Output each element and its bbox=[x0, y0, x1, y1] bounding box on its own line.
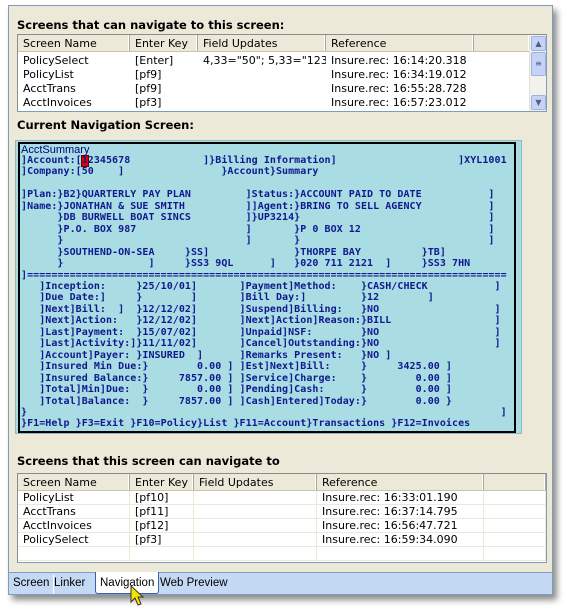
col-screen-name[interactable]: Screen Name bbox=[18, 474, 130, 490]
cell: [pf11] bbox=[130, 505, 194, 518]
cell: PolicyList bbox=[18, 491, 130, 504]
incoming-section-title: Screens that can navigate to this screen… bbox=[17, 18, 285, 32]
col-reference[interactable]: Reference bbox=[317, 474, 484, 490]
col-enter-key[interactable]: Enter Key bbox=[130, 35, 198, 51]
terminal-line: ]Next]Action: }12/12/02] ]Next]Action]Re… bbox=[21, 315, 501, 327]
cell: PolicySelect bbox=[18, 533, 130, 546]
terminal-line: ]Next]Bill: ] }12/12/02] ]Suspend]Billin… bbox=[21, 303, 501, 315]
tab-linker[interactable]: Linker bbox=[50, 575, 89, 594]
terminal-line: }P.O. BOX 987 ] }P 0 BOX 12 ] bbox=[21, 223, 495, 235]
cell: [pf9] bbox=[135, 68, 162, 81]
cell-filler bbox=[484, 519, 546, 532]
col-filler bbox=[474, 35, 530, 51]
terminal-line: } ] }SS3 9QL ] }020 711 2121 ] }SS3 7HN bbox=[21, 258, 471, 270]
cell: Insure.rec: 16:57:23.012 bbox=[331, 96, 467, 109]
cell: Insure.rec: 16:59:34.090 bbox=[317, 533, 484, 546]
cell: [Enter] bbox=[135, 54, 174, 67]
cell-filler bbox=[484, 533, 546, 546]
incoming-table: Screen Name Enter Key Field Updates Refe… bbox=[17, 34, 547, 112]
empty-row bbox=[18, 547, 546, 561]
cell: Insure.rec: 16:14:20.318 bbox=[331, 54, 467, 67]
cell: [pf9] bbox=[135, 82, 162, 95]
current-section-title: Current Navigation Screen: bbox=[17, 118, 194, 132]
cell bbox=[198, 68, 326, 82]
terminal-line: } ] bbox=[21, 406, 507, 418]
terminal-line: ]Due Date:] } ] ]Bill Day:] }12 ] bbox=[21, 292, 434, 304]
terminal-line: ]Account:[12345678 ]}Billing Information… bbox=[21, 155, 507, 166]
cell: PolicySelect bbox=[23, 54, 89, 67]
cell: [pf10] bbox=[130, 491, 194, 504]
col-screen-name[interactable]: Screen Name bbox=[18, 35, 130, 51]
table-row[interactable]: AcctTrans [pf11] Insure.rec: 16:37:14.795 bbox=[18, 505, 546, 519]
navigation-window: Screens that can navigate to this screen… bbox=[8, 5, 553, 595]
terminal-text: ]Account:[12345678 ]}Billing Information… bbox=[21, 155, 507, 430]
cell: AcctInvoices bbox=[18, 519, 130, 532]
terminal-line: ]Insured Min Due:} 0.00 ] ]Est]Next]Bill… bbox=[21, 361, 453, 373]
terminal-panel: AcctSummary ]Account:[12345678 ]}Billing… bbox=[15, 140, 522, 434]
terminal-line: ]Total]Balance: } 7857.00 ] ]Cash]Entere… bbox=[21, 395, 453, 407]
cell: AcctTrans bbox=[18, 505, 130, 518]
terminal-line: }SOUTHEND-ON-SEA }SS] }THORPE BAY }TB] bbox=[21, 246, 446, 258]
cell-filler bbox=[484, 505, 546, 518]
cell: Insure.rec: 16:55:28.728 bbox=[331, 82, 467, 95]
col-reference[interactable]: Reference bbox=[326, 35, 474, 51]
cell: [pf3] bbox=[130, 533, 194, 546]
terminal-line: ]Company:[50 ] }Account}Summary bbox=[21, 166, 319, 178]
terminal-line: }F1=Help }F3=Exit }F10=Policy}List }F11=… bbox=[21, 418, 471, 430]
terminal-line: ]Insured Balance:} 7857.00 ] ]Service]Ch… bbox=[21, 372, 453, 384]
terminal-line: ]=======================================… bbox=[21, 269, 507, 281]
scrollbar[interactable]: ▲ ≡ ▼ bbox=[529, 35, 546, 111]
cell bbox=[194, 491, 317, 504]
cell: 4,33="50"; 5,33="1234... bbox=[203, 54, 326, 67]
table-row[interactable]: AcctTrans [pf9] Insure.rec: 16:55:28.728 bbox=[18, 82, 546, 96]
table-row[interactable]: PolicySelect [pf3] Insure.rec: 16:59:34.09… bbox=[18, 533, 546, 547]
table-row[interactable]: AcctInvoices [pf12] Insure.rec: 16:56:47.7… bbox=[18, 519, 546, 533]
terminal-line: ]Last]Payment: }15/07/02] ]Unpaid]NSF: }… bbox=[21, 326, 501, 338]
terminal-line: ]Total]Min]Due: } 0.00 ] ]Pending]Cash: … bbox=[21, 384, 453, 396]
col-filler bbox=[484, 474, 546, 490]
mouse-pointer-icon bbox=[130, 585, 145, 606]
scroll-down-arrow-icon[interactable]: ▼ bbox=[531, 95, 546, 110]
cell: Insure.rec: 16:33:01.190 bbox=[317, 491, 484, 504]
col-field-updates[interactable]: Field Updates bbox=[194, 474, 317, 490]
terminal-line: } ] } ] bbox=[21, 235, 495, 247]
table-row[interactable]: AcctInvoices [pf3] Insure.rec: 16:57:23.01… bbox=[18, 96, 546, 110]
cell bbox=[198, 96, 326, 110]
terminal-line: ]Inception: }25/10/01] ]Payment]Method: … bbox=[21, 280, 501, 292]
terminal-screen[interactable]: AcctSummary ]Account:[12345678 ]}Billing… bbox=[18, 142, 516, 433]
outgoing-section-title: Screens that this screen can navigate to bbox=[17, 454, 280, 468]
cell: Insure.rec: 16:37:14.795 bbox=[317, 505, 484, 518]
scroll-thumb[interactable]: ≡ bbox=[531, 52, 546, 76]
table-row[interactable]: PolicySelect [Enter] 4,33="50"; 5,33="1234… bbox=[18, 54, 546, 68]
tab-web-preview[interactable]: Web Preview bbox=[156, 575, 232, 594]
terminal-line: ]Last]Activity:]}11/11/02] ]Cancel]Outst… bbox=[21, 338, 501, 350]
terminal-line: ]Plan:}B2}QUARTERLY PAY PLAN ]Status:}AC… bbox=[21, 189, 495, 201]
cell: Insure.rec: 16:56:47.721 bbox=[317, 519, 484, 532]
cell: [pf3] bbox=[135, 96, 162, 109]
table-row[interactable]: PolicyList [pf9] Insure.rec: 16:34:19.012 bbox=[18, 68, 546, 82]
cell: [pf12] bbox=[130, 519, 194, 532]
cell bbox=[194, 533, 317, 546]
col-field-updates[interactable]: Field Updates bbox=[198, 35, 326, 51]
cell bbox=[194, 505, 317, 518]
cell: PolicyList bbox=[23, 68, 74, 81]
scroll-up-arrow-icon[interactable]: ▲ bbox=[531, 36, 546, 51]
cell: AcctInvoices bbox=[23, 96, 92, 109]
outgoing-table: Screen Name Enter Key Field Updates Refe… bbox=[17, 473, 547, 563]
cell: Insure.rec: 16:34:19.012 bbox=[331, 68, 467, 81]
table-row[interactable]: PolicyList [pf10] Insure.rec: 16:33:01.190 bbox=[18, 491, 546, 505]
terminal-line: ]Name:}JONATHAN & SUE SMITH ]]Agent:}BRI… bbox=[21, 200, 495, 212]
cell-filler bbox=[484, 491, 546, 504]
col-enter-key[interactable]: Enter Key bbox=[130, 474, 194, 490]
cell bbox=[198, 82, 326, 96]
tab-navigation[interactable]: Navigation bbox=[95, 572, 160, 594]
tab-screen[interactable]: Screen bbox=[9, 575, 55, 594]
cell: AcctTrans bbox=[23, 82, 76, 95]
terminal-line: }DB BURWELL BOAT SINCS ]}UP3214} ] bbox=[21, 212, 495, 224]
terminal-line: ]Account]Payer: }INSURED ] ]Remarks Pres… bbox=[21, 349, 392, 361]
tab-bar: Screen Linker Navigation Web Preview bbox=[9, 572, 552, 594]
cell bbox=[194, 519, 317, 532]
